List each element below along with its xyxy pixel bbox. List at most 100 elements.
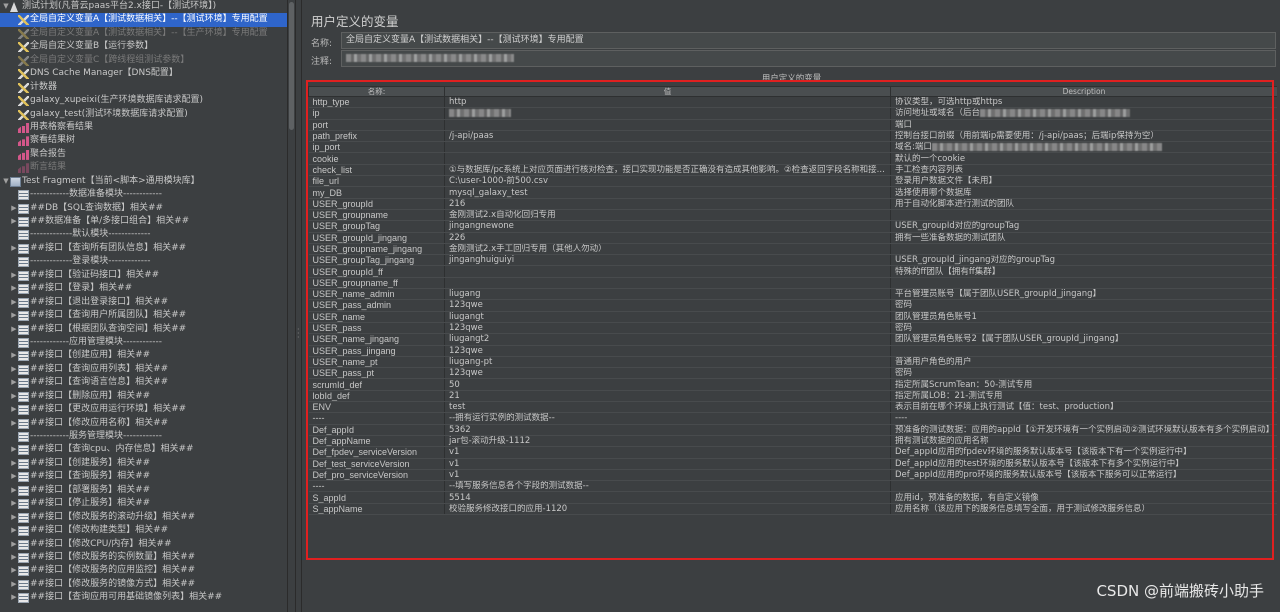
tree-item[interactable]: 全局自定义变量A【测试数据相关】--【生产环境】专用配置 bbox=[0, 27, 287, 40]
collapsed-arrow-icon[interactable]: ▶ bbox=[10, 309, 18, 322]
table-row[interactable]: path_prefix/j-api/paas 控制台接口前缀（用前端ip需要使用：… bbox=[308, 130, 1277, 143]
tree-item[interactable]: ▶ ##接口【创建应用】相关## bbox=[0, 349, 287, 362]
collapsed-arrow-icon[interactable]: ▶ bbox=[10, 363, 18, 376]
cell-value[interactable]: liugangt2 bbox=[444, 333, 891, 346]
cell-name[interactable]: http_type bbox=[308, 96, 445, 109]
cell-value[interactable]: test bbox=[444, 401, 891, 414]
tree-item[interactable]: ▶ ##接口【登录】相关## bbox=[0, 282, 287, 295]
cell-name[interactable]: USER_groupname_jingang bbox=[308, 243, 445, 256]
cell-name[interactable]: USER_groupId bbox=[308, 198, 445, 210]
collapsed-arrow-icon[interactable]: ▶ bbox=[10, 403, 18, 416]
table-row[interactable]: ip_port 域名:端口 bbox=[308, 141, 1277, 154]
tree-item[interactable]: ▶ ##接口【修改服务的镜像方式】相关## bbox=[0, 578, 287, 591]
table-row[interactable]: USER_groupname 金刚测试2.x自动化回归专用 bbox=[308, 209, 1277, 222]
cell-description[interactable]: 密码 bbox=[890, 299, 1277, 312]
tree-item[interactable]: ▶ ##接口【修改服务的应用监控】相关## bbox=[0, 564, 287, 577]
table-row[interactable]: Def_pro_serviceVersion v1 Def_appId应用的pro环… bbox=[308, 469, 1277, 482]
cell-name[interactable]: USER_name_admin bbox=[308, 288, 445, 301]
tree-item[interactable]: ▶ ##接口【查询用户所属团队】相关## bbox=[0, 309, 287, 322]
cell-name[interactable]: ip bbox=[308, 107, 445, 120]
collapsed-arrow-icon[interactable]: ▶ bbox=[10, 376, 18, 389]
cell-value[interactable]: mysql_galaxy_test bbox=[444, 186, 891, 199]
collapsed-arrow-icon[interactable]: ▶ bbox=[10, 524, 18, 537]
table-row[interactable]: file_url C:\user-1000-前500.csv 登录用户数据文件【未用… bbox=[308, 175, 1277, 188]
cell-description[interactable] bbox=[890, 209, 1277, 222]
cell-name[interactable]: check_list bbox=[308, 164, 445, 177]
cell-value[interactable]: jingangnewone bbox=[444, 220, 891, 233]
collapsed-arrow-icon[interactable]: ▶ bbox=[10, 417, 18, 430]
cell-description[interactable]: 拥有一些准备数据的测试团队 bbox=[890, 232, 1277, 244]
cell-value[interactable] bbox=[444, 107, 891, 120]
cell-value[interactable]: 金刚测试2.x自动化回归专用 bbox=[444, 209, 891, 222]
tree-item[interactable]: ▶ ##接口【查询应用可用基础镜像列表】相关## bbox=[0, 591, 287, 604]
cell-description[interactable] bbox=[890, 345, 1277, 357]
column-header-name[interactable]: 名称: bbox=[308, 86, 445, 97]
tree-item[interactable]: -------------登录模块------------- bbox=[0, 255, 287, 268]
tree-item[interactable]: ------------应用管理模块------------ bbox=[0, 336, 287, 349]
splitter-grip-icon[interactable]: · · · bbox=[297, 326, 300, 342]
cell-description[interactable]: USER_groupId对应的groupTag bbox=[890, 220, 1277, 233]
tree-item[interactable]: 用表格察看结果 bbox=[0, 121, 287, 134]
cell-description[interactable] bbox=[890, 243, 1277, 256]
tree-item[interactable]: ▶ ##数据准备【单/多接口组合】相关## bbox=[0, 215, 287, 228]
cell-description[interactable]: 用于自动化脚本进行测试的团队 bbox=[890, 198, 1277, 210]
cell-value[interactable]: http bbox=[444, 96, 891, 109]
cell-name[interactable]: Def_appId bbox=[308, 424, 445, 436]
collapsed-arrow-icon[interactable]: ▶ bbox=[10, 591, 18, 604]
tree-item[interactable]: -------------默认模块------------- bbox=[0, 228, 287, 241]
cell-name[interactable]: USER_groupTag_jingang bbox=[308, 254, 445, 267]
cell-description[interactable]: 表示目前在哪个环境上执行测试【值：test、production】 bbox=[890, 401, 1277, 414]
cell-value[interactable]: 5514 bbox=[444, 491, 891, 504]
collapsed-arrow-icon[interactable]: ▶ bbox=[10, 242, 18, 255]
tree-item[interactable]: ▶ ##接口【修改应用名称】相关## bbox=[0, 417, 287, 430]
collapsed-arrow-icon[interactable]: ▶ bbox=[10, 282, 18, 295]
cell-value[interactable]: 金刚测试2.x手工回归专用（其他人勿动） bbox=[444, 243, 891, 256]
collapsed-arrow-icon[interactable]: ▶ bbox=[10, 443, 18, 456]
cell-value[interactable] bbox=[444, 119, 891, 131]
table-row[interactable]: cookie 默认的一个cookie bbox=[308, 152, 1277, 165]
cell-description[interactable]: 端口 bbox=[890, 119, 1277, 131]
cell-name[interactable]: lobId_def bbox=[308, 390, 445, 403]
tree-item[interactable]: ▼ 测试计划(凡普云paas平台2.x接口-【测试环境】) bbox=[0, 0, 287, 13]
cell-description[interactable]: 团队管理员角色账号1 bbox=[890, 311, 1277, 323]
table-row[interactable]: USER_name_jingang liugangt2 团队管理员角色账号2【属于团… bbox=[308, 333, 1277, 346]
tree-item[interactable]: ▶ ##接口【删除应用】相关## bbox=[0, 390, 287, 403]
tree-item[interactable]: ▼ Test Fragment【当前<脚本>通用模块库】 bbox=[0, 175, 287, 188]
cell-value[interactable]: liugang bbox=[444, 288, 891, 301]
collapsed-arrow-icon[interactable]: ▶ bbox=[10, 564, 18, 577]
tree-item[interactable]: 聚合报告 bbox=[0, 148, 287, 161]
panel-splitter[interactable]: · · · bbox=[295, 0, 302, 612]
expanded-arrow-icon[interactable]: ▼ bbox=[2, 0, 10, 13]
tree-item[interactable]: ▶ ##接口【修改CPU/内存】相关## bbox=[0, 538, 287, 551]
table-row[interactable]: ENV test 表示目前在哪个环境上执行测试【值：test、production】 bbox=[308, 401, 1277, 414]
cell-description[interactable]: 拥有测试数据的应用名称 bbox=[890, 435, 1277, 448]
column-header-value[interactable]: 值 bbox=[444, 86, 891, 97]
tree-scrollbar-thumb[interactable] bbox=[289, 2, 294, 130]
cell-value[interactable]: 123qwe bbox=[444, 322, 891, 335]
cell-value[interactable]: 123qwe bbox=[444, 345, 891, 357]
tree-item[interactable]: ▶ ##接口【查询所有团队信息】相关## bbox=[0, 242, 287, 255]
cell-name[interactable]: cookie bbox=[308, 152, 445, 165]
tree-item[interactable]: ▶ ##接口【退出登录接口】相关## bbox=[0, 296, 287, 309]
tree-item[interactable]: ▶ ##接口【根据团队查询空间】相关## bbox=[0, 323, 287, 336]
cell-name[interactable]: my_DB bbox=[308, 186, 445, 199]
table-row[interactable]: USER_groupId_ff 特殊的ff团队【拥有ff集群】 bbox=[308, 265, 1277, 278]
cell-value[interactable]: ①与数据库/pc系统上对应页面进行核对检查，接口实现功能是否正确没有造成其他影响… bbox=[444, 164, 891, 177]
cell-value[interactable]: 226 bbox=[444, 232, 891, 244]
cell-description[interactable]: 应用名称（该应用下的服务信息填写全面，用于测试修改服务信息） bbox=[890, 503, 1277, 515]
cell-description[interactable]: 应用id，预准备的数据，有自定义镜像 bbox=[890, 491, 1277, 504]
table-row[interactable]: USER_pass_pt 123qwe 密码 bbox=[308, 367, 1277, 380]
cell-name[interactable]: USER_name_jingang bbox=[308, 333, 445, 346]
cell-name[interactable]: scrumId_def bbox=[308, 378, 445, 391]
cell-value[interactable]: liugangt bbox=[444, 311, 891, 323]
cell-description[interactable]: 选择使用哪个数据库 bbox=[890, 186, 1277, 199]
cell-value[interactable] bbox=[444, 141, 891, 154]
table-row[interactable]: ---- --填写服务信息各个字段的测试数据-- bbox=[308, 480, 1277, 493]
table-row[interactable]: check_list ①与数据库/pc系统上对应页面进行核对检查，接口实现功能是否… bbox=[308, 164, 1277, 177]
table-row[interactable]: http_type http 协议类型，可选http或https bbox=[308, 96, 1277, 109]
cell-value[interactable]: 5362 bbox=[444, 424, 891, 436]
cell-name[interactable]: Def_fpdev_serviceVersion bbox=[308, 446, 445, 459]
tree-item[interactable]: ▶ ##接口【修改服务的滚动升级】相关## bbox=[0, 511, 287, 524]
cell-description[interactable]: USER_groupId_jingang对应的groupTag bbox=[890, 254, 1277, 267]
cell-description[interactable] bbox=[890, 277, 1277, 290]
